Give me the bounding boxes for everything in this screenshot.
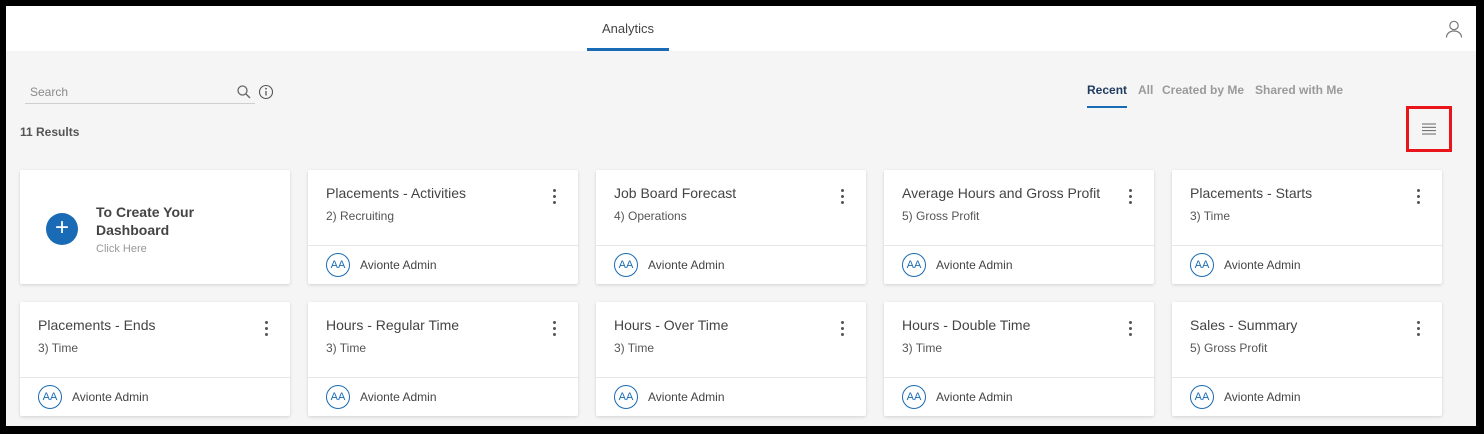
- dashboard-category: 5) Gross Profit: [1190, 341, 1268, 355]
- card-divider: [884, 377, 1154, 378]
- search-box: [25, 83, 255, 104]
- dashboard-owner: Avionte Admin: [360, 390, 437, 404]
- dashboard-owner: Avionte Admin: [1224, 258, 1301, 272]
- dashboard-category: 4) Operations: [614, 209, 687, 223]
- dashboard-card[interactable]: Sales - Summary 5) Gross Profit AA Avion…: [1172, 302, 1442, 416]
- avatar: AA: [902, 253, 926, 277]
- dashboard-card[interactable]: Hours - Over Time 3) Time AA Avionte Adm…: [596, 302, 866, 416]
- dashboard-owner: Avionte Admin: [1224, 390, 1301, 404]
- dashboard-card[interactable]: Hours - Double Time 3) Time AA Avionte A…: [884, 302, 1154, 416]
- more-vertical-icon[interactable]: [262, 319, 270, 339]
- dashboard-title: Placements - Starts: [1190, 185, 1313, 201]
- dashboard-title: Job Board Forecast: [614, 185, 737, 201]
- dashboard-title: Hours - Regular Time: [326, 317, 460, 333]
- dashboard-owner: Avionte Admin: [360, 258, 437, 272]
- tab-analytics[interactable]: Analytics: [587, 6, 669, 51]
- card-divider: [308, 245, 578, 246]
- dashboard-card[interactable]: Placements - Starts 3) Time AA Avionte A…: [1172, 170, 1442, 284]
- card-divider: [596, 377, 866, 378]
- dashboard-title: Average Hours and Gross Profit: [902, 185, 1101, 201]
- avatar: AA: [1190, 253, 1214, 277]
- more-vertical-icon[interactable]: [1414, 187, 1422, 207]
- search-icon[interactable]: [236, 84, 252, 100]
- create-dashboard-card[interactable]: + To Create Your Dashboard Click Here: [20, 170, 290, 284]
- create-dashboard-title: To Create Your Dashboard: [96, 204, 195, 238]
- avatar: AA: [326, 253, 350, 277]
- avatar: AA: [326, 385, 350, 409]
- card-divider: [20, 377, 290, 378]
- dashboard-title: Hours - Over Time: [614, 317, 729, 333]
- avatar: AA: [1190, 385, 1214, 409]
- dashboard-category: 2) Recruiting: [326, 209, 395, 223]
- dashboard-category: 3) Time: [38, 341, 79, 355]
- card-divider: [1172, 377, 1442, 378]
- dashboard-category: 3) Time: [326, 341, 367, 355]
- card-divider: [1172, 245, 1442, 246]
- more-vertical-icon[interactable]: [1126, 187, 1134, 207]
- more-vertical-icon[interactable]: [838, 187, 846, 207]
- dashboard-category: 3) Time: [902, 341, 943, 355]
- card-divider: [596, 245, 866, 246]
- dashboard-category: 3) Time: [614, 341, 655, 355]
- dashboard-category: 5) Gross Profit: [902, 209, 980, 223]
- list-view-icon: [1422, 123, 1436, 135]
- filter-all[interactable]: All: [1138, 82, 1153, 106]
- dashboard-owner: Avionte Admin: [72, 390, 149, 404]
- info-icon[interactable]: [258, 84, 274, 100]
- card-divider: [884, 245, 1154, 246]
- more-vertical-icon[interactable]: [550, 187, 558, 207]
- dashboard-title: Placements - Ends: [38, 317, 156, 333]
- dashboard-owner: Avionte Admin: [936, 390, 1013, 404]
- dashboard-owner: Avionte Admin: [936, 258, 1013, 272]
- plus-icon[interactable]: +: [46, 213, 78, 245]
- card-divider: [308, 377, 578, 378]
- dashboard-card[interactable]: Average Hours and Gross Profit 5) Gross …: [884, 170, 1154, 284]
- dashboard-card[interactable]: Hours - Regular Time 3) Time AA Avionte …: [308, 302, 578, 416]
- search-input[interactable]: [25, 83, 230, 101]
- dashboard-card[interactable]: Placements - Ends 3) Time AA Avionte Adm…: [20, 302, 290, 416]
- list-view-button[interactable]: [1406, 106, 1452, 152]
- dashboard-owner: Avionte Admin: [648, 390, 725, 404]
- filter-recent[interactable]: Recent: [1087, 82, 1128, 108]
- user-icon[interactable]: [1444, 19, 1464, 39]
- more-vertical-icon[interactable]: [1414, 319, 1422, 339]
- more-vertical-icon[interactable]: [550, 319, 558, 339]
- filter-created-by-me[interactable]: Created by Me: [1162, 82, 1244, 106]
- dashboard-title: Placements - Activities: [326, 185, 467, 201]
- avatar: AA: [38, 385, 62, 409]
- results-count: 11 Results: [20, 125, 80, 139]
- top-nav-bar: Analytics: [6, 6, 1476, 51]
- dashboard-title: Sales - Summary: [1190, 317, 1298, 333]
- create-dashboard-link[interactable]: Click Here: [96, 243, 147, 255]
- dashboard-category: 3) Time: [1190, 209, 1231, 223]
- dashboard-owner: Avionte Admin: [648, 258, 725, 272]
- avatar: AA: [614, 385, 638, 409]
- more-vertical-icon[interactable]: [838, 319, 846, 339]
- dashboard-card[interactable]: Placements - Activities 2) Recruiting AA…: [308, 170, 578, 284]
- app-frame: Analytics Recent All Created by Me Share…: [6, 6, 1476, 426]
- dashboard-title: Hours - Double Time: [902, 317, 1031, 333]
- avatar: AA: [614, 253, 638, 277]
- dashboard-card[interactable]: Job Board Forecast 4) Operations AA Avio…: [596, 170, 866, 284]
- avatar: AA: [902, 385, 926, 409]
- filter-shared-with-me[interactable]: Shared with Me: [1255, 82, 1343, 106]
- more-vertical-icon[interactable]: [1126, 319, 1134, 339]
